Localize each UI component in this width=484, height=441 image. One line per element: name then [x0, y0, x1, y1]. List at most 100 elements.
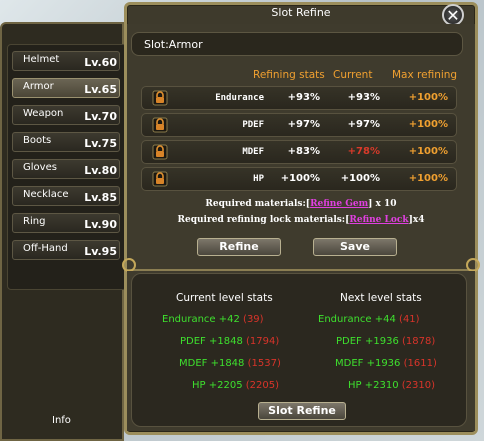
req-suffix: ] x 10: [368, 199, 397, 209]
next-stat-line: Endurance +44 (41): [318, 314, 420, 325]
stat-value: MDEF +1848: [179, 358, 245, 369]
refine-lock-link[interactable]: Refine Lock: [349, 215, 408, 225]
ornament-icon: [122, 258, 136, 272]
slot-level: Lv.95: [84, 245, 117, 258]
refine-gem-link[interactable]: Refine Gem: [310, 199, 368, 209]
stat-base: (39): [243, 314, 264, 325]
current-stat-line: PDEF +1848 (1794): [180, 336, 279, 347]
slot-name: Gloves: [23, 162, 57, 173]
equipment-panel: Helmet Lv.60 Armor Lv.65 Weapon Lv.70 Bo…: [0, 22, 127, 441]
level-stats-box: Current level stats Next level stats End…: [131, 273, 467, 427]
lock-icon[interactable]: [152, 171, 168, 187]
stat-base: (1878): [402, 336, 436, 347]
save-button[interactable]: Save: [313, 238, 397, 256]
stat-value: MDEF +1936: [335, 358, 401, 369]
refining-value: +83%: [287, 146, 320, 157]
stat-value: PDEF +1848: [180, 336, 243, 347]
req-lock-suffix: ]x4: [408, 215, 425, 225]
refining-value: +100%: [280, 173, 320, 184]
slot-level: Lv.80: [84, 164, 117, 177]
slot-weapon[interactable]: Weapon Lv.70: [12, 105, 120, 125]
slot-helmet[interactable]: Helmet Lv.60: [12, 51, 120, 71]
next-level-heading: Next level stats: [340, 292, 422, 304]
stat-name: HP: [253, 174, 264, 184]
slot-name: Ring: [23, 216, 46, 227]
slot-off-hand[interactable]: Off-Hand Lv.95: [12, 240, 120, 260]
slot-level: Lv.75: [84, 137, 117, 150]
slot-level: Lv.65: [84, 83, 117, 96]
refine-row-hp: HP +100% +100% +100%: [141, 167, 457, 191]
slot-name: Armor: [23, 81, 54, 92]
slot-label: Slot:Armor: [144, 38, 203, 51]
stat-value: Endurance +44: [318, 314, 396, 325]
slot-level: Lv.70: [84, 110, 117, 123]
next-stat-line: HP +2310 (2310): [348, 380, 435, 391]
slot-level: Lv.60: [84, 56, 117, 69]
max-value: +100%: [408, 173, 448, 184]
ornament-icon: [466, 258, 480, 272]
stat-value: HP +2310: [348, 380, 399, 391]
stat-base: (1537): [247, 358, 281, 369]
slot-header: Slot:Armor: [131, 32, 463, 56]
max-value: +100%: [408, 92, 448, 103]
slot-necklace[interactable]: Necklace Lv.85: [12, 186, 120, 206]
slot-level: Lv.85: [84, 191, 117, 204]
slot-level: Lv.90: [84, 218, 117, 231]
column-refining-stats: Refining stats: [253, 69, 325, 81]
lock-icon[interactable]: [152, 90, 168, 106]
slot-refine-window: Slot Refine ✕ Slot:Armor Refining stats …: [122, 2, 480, 435]
max-value: +100%: [408, 146, 448, 157]
slot-boots[interactable]: Boots Lv.75: [12, 132, 120, 152]
refine-section: Slot:Armor Refining stats Current Max re…: [127, 24, 475, 271]
window-title: Slot Refine: [271, 6, 331, 19]
slot-name: Helmet: [23, 54, 60, 65]
stat-base: (1611): [403, 358, 437, 369]
slot-refine-button[interactable]: Slot Refine: [258, 402, 346, 420]
next-stat-line: PDEF +1936 (1878): [336, 336, 435, 347]
lock-icon[interactable]: [152, 117, 168, 133]
req-lock-prefix: Required refining lock materials:[: [177, 215, 350, 225]
slot-name: Weapon: [23, 108, 64, 119]
refine-row-endurance: Endurance +93% +93% +100%: [141, 86, 457, 110]
current-stat-line: MDEF +1848 (1537): [179, 358, 281, 369]
stat-base: (2310): [401, 380, 436, 391]
slot-name: Off-Hand: [23, 243, 68, 254]
stat-base: (2205): [245, 380, 280, 391]
column-current: Current: [333, 69, 373, 81]
stat-base: (41): [399, 314, 420, 325]
refining-value: +97%: [287, 119, 320, 130]
max-value: +100%: [408, 119, 448, 130]
next-stat-line: MDEF +1936 (1611): [335, 358, 437, 369]
stat-value: Endurance +42: [162, 314, 240, 325]
refine-button[interactable]: Refine: [197, 238, 281, 256]
slot-ring[interactable]: Ring Lv.90: [12, 213, 120, 233]
stat-name: Endurance: [215, 93, 264, 103]
required-materials: Required materials:[Refine Gem] x 10: [127, 199, 475, 209]
refining-value: +93%: [287, 92, 320, 103]
slot-armor[interactable]: Armor Lv.65: [12, 78, 120, 98]
current-stat-line: HP +2205 (2205): [192, 380, 279, 391]
slot-name: Necklace: [23, 189, 69, 200]
lock-icon[interactable]: [152, 144, 168, 160]
current-value: +100%: [340, 173, 380, 184]
stat-name: MDEF: [242, 147, 264, 157]
req-prefix: Required materials:[: [205, 199, 311, 209]
current-value: +93%: [347, 92, 380, 103]
stat-base: (1794): [246, 336, 280, 347]
column-max-refining: Max refining: [392, 69, 458, 81]
current-level-heading: Current level stats: [176, 292, 273, 304]
refine-row-pdef: PDEF +97% +97% +100%: [141, 113, 457, 137]
stat-value: HP +2205: [192, 380, 243, 391]
required-lock-materials: Required refining lock materials:[Refine…: [127, 215, 475, 225]
info-tab[interactable]: Info: [52, 415, 71, 426]
slot-gloves[interactable]: Gloves Lv.80: [12, 159, 120, 179]
stat-name: PDEF: [242, 120, 264, 130]
current-value: +78%: [347, 146, 380, 157]
equipment-slot-list: Helmet Lv.60 Armor Lv.65 Weapon Lv.70 Bo…: [7, 44, 127, 290]
current-stat-line: Endurance +42 (39): [162, 314, 264, 325]
close-icon[interactable]: ✕: [442, 4, 464, 26]
level-stats-section: Current level stats Next level stats End…: [127, 271, 475, 431]
refine-row-mdef: MDEF +83% +78% +100%: [141, 140, 457, 164]
slot-name: Boots: [23, 135, 52, 146]
stat-value: PDEF +1936: [336, 336, 399, 347]
